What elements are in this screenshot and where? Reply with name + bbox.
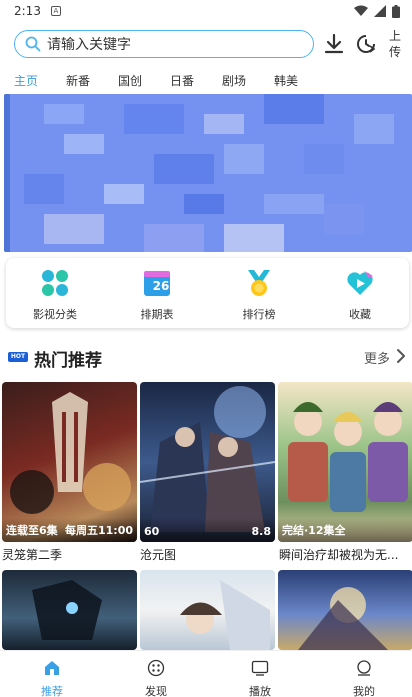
quick-item-favorites[interactable]: 收藏 bbox=[330, 268, 390, 322]
more-link[interactable]: 更多 bbox=[364, 348, 390, 367]
card-rating: 8.8 bbox=[251, 525, 272, 538]
status-time: 2:13 bbox=[14, 4, 41, 18]
nav-label: 推荐 bbox=[41, 685, 63, 697]
card-episode: 60 bbox=[144, 525, 160, 538]
home-icon bbox=[45, 661, 59, 675]
quick-item-schedule[interactable]: 排期表 bbox=[127, 268, 187, 322]
section-title: 热门推荐 bbox=[34, 351, 102, 371]
tab-japanese[interactable]: 日番 bbox=[170, 72, 194, 89]
nav-play[interactable]: 播放 bbox=[230, 659, 290, 697]
quick-item-label: 影视分类 bbox=[33, 308, 77, 321]
notification-icon: A bbox=[50, 6, 61, 16]
cover-image bbox=[32, 580, 102, 640]
hot-badge: HOT bbox=[8, 352, 28, 362]
calendar-icon bbox=[144, 271, 170, 296]
nav-profile[interactable]: 我的 bbox=[334, 659, 394, 697]
tab-korean-american[interactable]: 韩美 bbox=[274, 72, 298, 89]
nav-label: 发现 bbox=[145, 685, 167, 697]
hot-section-header: HOT 热门推荐 更多 bbox=[0, 344, 412, 371]
anime-card[interactable]: 连载至6集 每周五11:00 bbox=[2, 382, 137, 542]
nav-discover[interactable]: 发现 bbox=[126, 659, 186, 697]
category-tabs: 主页 新番 国创 日番 剧场 韩美 bbox=[0, 72, 412, 92]
heart-play-icon bbox=[347, 271, 373, 295]
banner-image bbox=[4, 94, 412, 252]
card-episode: 完结·12集全 bbox=[282, 524, 346, 537]
nav-recommend[interactable]: 推荐 bbox=[22, 659, 82, 697]
grid-petals-icon bbox=[42, 270, 68, 296]
anime-card[interactable] bbox=[2, 570, 137, 650]
signal-icon bbox=[374, 5, 386, 17]
card-title[interactable]: 沧元图 bbox=[140, 546, 276, 563]
discover-grid-icon bbox=[147, 659, 165, 677]
tab-home[interactable]: 主页 bbox=[14, 72, 38, 89]
upload-button[interactable]: 上传 bbox=[389, 28, 405, 60]
nav-label: 我的 bbox=[353, 685, 375, 697]
profile-icon bbox=[357, 660, 371, 676]
bottom-navigation: 推荐 发现 播放 我的 bbox=[0, 650, 412, 697]
search-icon bbox=[25, 36, 41, 52]
status-bar: 2:13 A bbox=[0, 0, 412, 22]
anime-card[interactable]: 完结·12集全 bbox=[278, 382, 412, 542]
anime-card[interactable] bbox=[278, 570, 412, 650]
download-icon[interactable] bbox=[322, 32, 346, 56]
card-episode: 连载至6集 bbox=[6, 524, 58, 537]
cover-image bbox=[180, 580, 270, 650]
quick-menu: 影视分类 排期表 排行榜 收藏 bbox=[6, 258, 409, 328]
search-placeholder: 请输入关键字 bbox=[47, 37, 131, 53]
quick-item-ranking[interactable]: 排行榜 bbox=[229, 268, 289, 322]
quick-item-label: 收藏 bbox=[349, 308, 371, 321]
banner-carousel[interactable] bbox=[4, 94, 412, 252]
chevron-right-icon[interactable] bbox=[396, 348, 406, 364]
search-input[interactable]: 请输入关键字 bbox=[14, 30, 314, 58]
anime-card[interactable] bbox=[140, 570, 275, 650]
history-icon[interactable] bbox=[354, 32, 378, 56]
battery-icon bbox=[392, 4, 400, 18]
tab-domestic[interactable]: 国创 bbox=[118, 72, 142, 89]
medal-icon bbox=[248, 270, 270, 296]
tab-theater[interactable]: 剧场 bbox=[222, 72, 246, 89]
card-title[interactable]: 灵笼第二季 bbox=[2, 546, 138, 563]
nav-label: 播放 bbox=[249, 685, 271, 697]
search-row: 请输入关键字 上传 bbox=[0, 28, 412, 62]
quick-item-label: 排期表 bbox=[140, 308, 174, 321]
card-title[interactable]: 瞬间治疗却被视为无... bbox=[279, 546, 412, 563]
tab-new-anime[interactable]: 新番 bbox=[66, 72, 90, 89]
quick-item-categories[interactable]: 影视分类 bbox=[25, 268, 85, 322]
card-schedule: 每周五11:00 bbox=[64, 524, 133, 537]
tv-icon bbox=[251, 660, 269, 676]
cover-image bbox=[298, 587, 388, 650]
wifi-icon bbox=[354, 5, 368, 16]
quick-item-label: 排行榜 bbox=[242, 308, 276, 321]
anime-card[interactable]: 60 8.8 bbox=[140, 382, 275, 542]
